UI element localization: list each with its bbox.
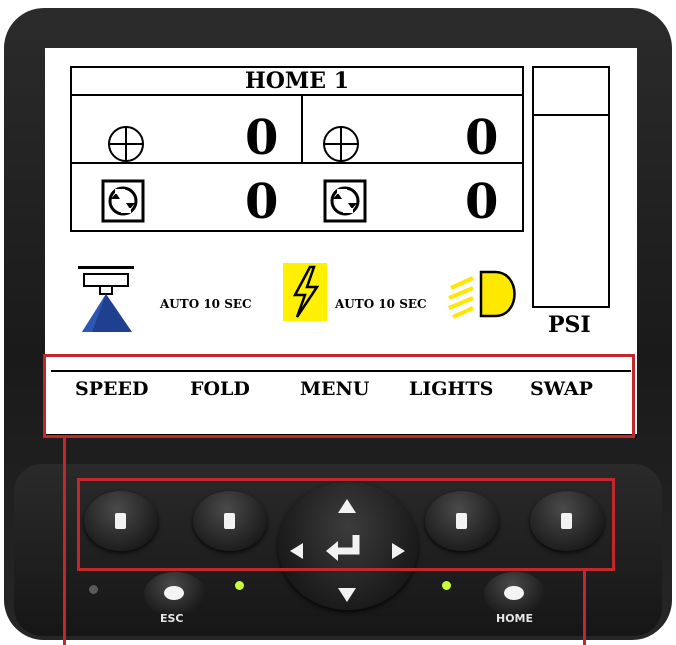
crosshair-circle-icon — [323, 126, 359, 162]
softkey-labels-highlight — [43, 354, 635, 438]
pressure-gauge — [532, 66, 610, 308]
table-divider-vertical — [301, 96, 303, 162]
lightning-icon-box — [283, 263, 327, 321]
cell-value: 0 — [245, 174, 279, 230]
esc-label: ESC — [160, 612, 184, 625]
pressure-unit-label: PSI — [548, 312, 591, 338]
softkey-buttons-highlight — [77, 478, 615, 571]
lightning-icon — [292, 265, 320, 318]
crosshair-circle-icon — [108, 126, 144, 162]
rotation-square-icon — [323, 179, 367, 223]
highlight-connector-right — [583, 570, 586, 645]
status-led-green — [235, 581, 244, 590]
home-button[interactable] — [484, 572, 546, 616]
headlight-icon — [448, 270, 516, 319]
page-title: HOME 1 — [244, 68, 350, 94]
rotation-square-icon — [101, 179, 145, 223]
lightning-status-label: AUTO 10 SEC — [335, 297, 427, 311]
highlight-connector-left — [63, 437, 66, 645]
arrow-down-icon[interactable] — [338, 588, 356, 602]
cell-value: 0 — [465, 174, 499, 230]
nozzle-status-label: AUTO 10 SEC — [160, 297, 252, 311]
home-title-row: HOME 1 — [72, 68, 522, 96]
status-led-green — [442, 581, 451, 590]
cell-value: 0 — [245, 110, 279, 166]
esc-button[interactable] — [144, 572, 206, 616]
spray-nozzle-icon — [78, 266, 134, 332]
status-led-off — [89, 585, 98, 594]
cell-value: 0 — [465, 110, 499, 166]
home-label: HOME — [496, 612, 534, 625]
gauge-top-segment — [534, 114, 608, 116]
